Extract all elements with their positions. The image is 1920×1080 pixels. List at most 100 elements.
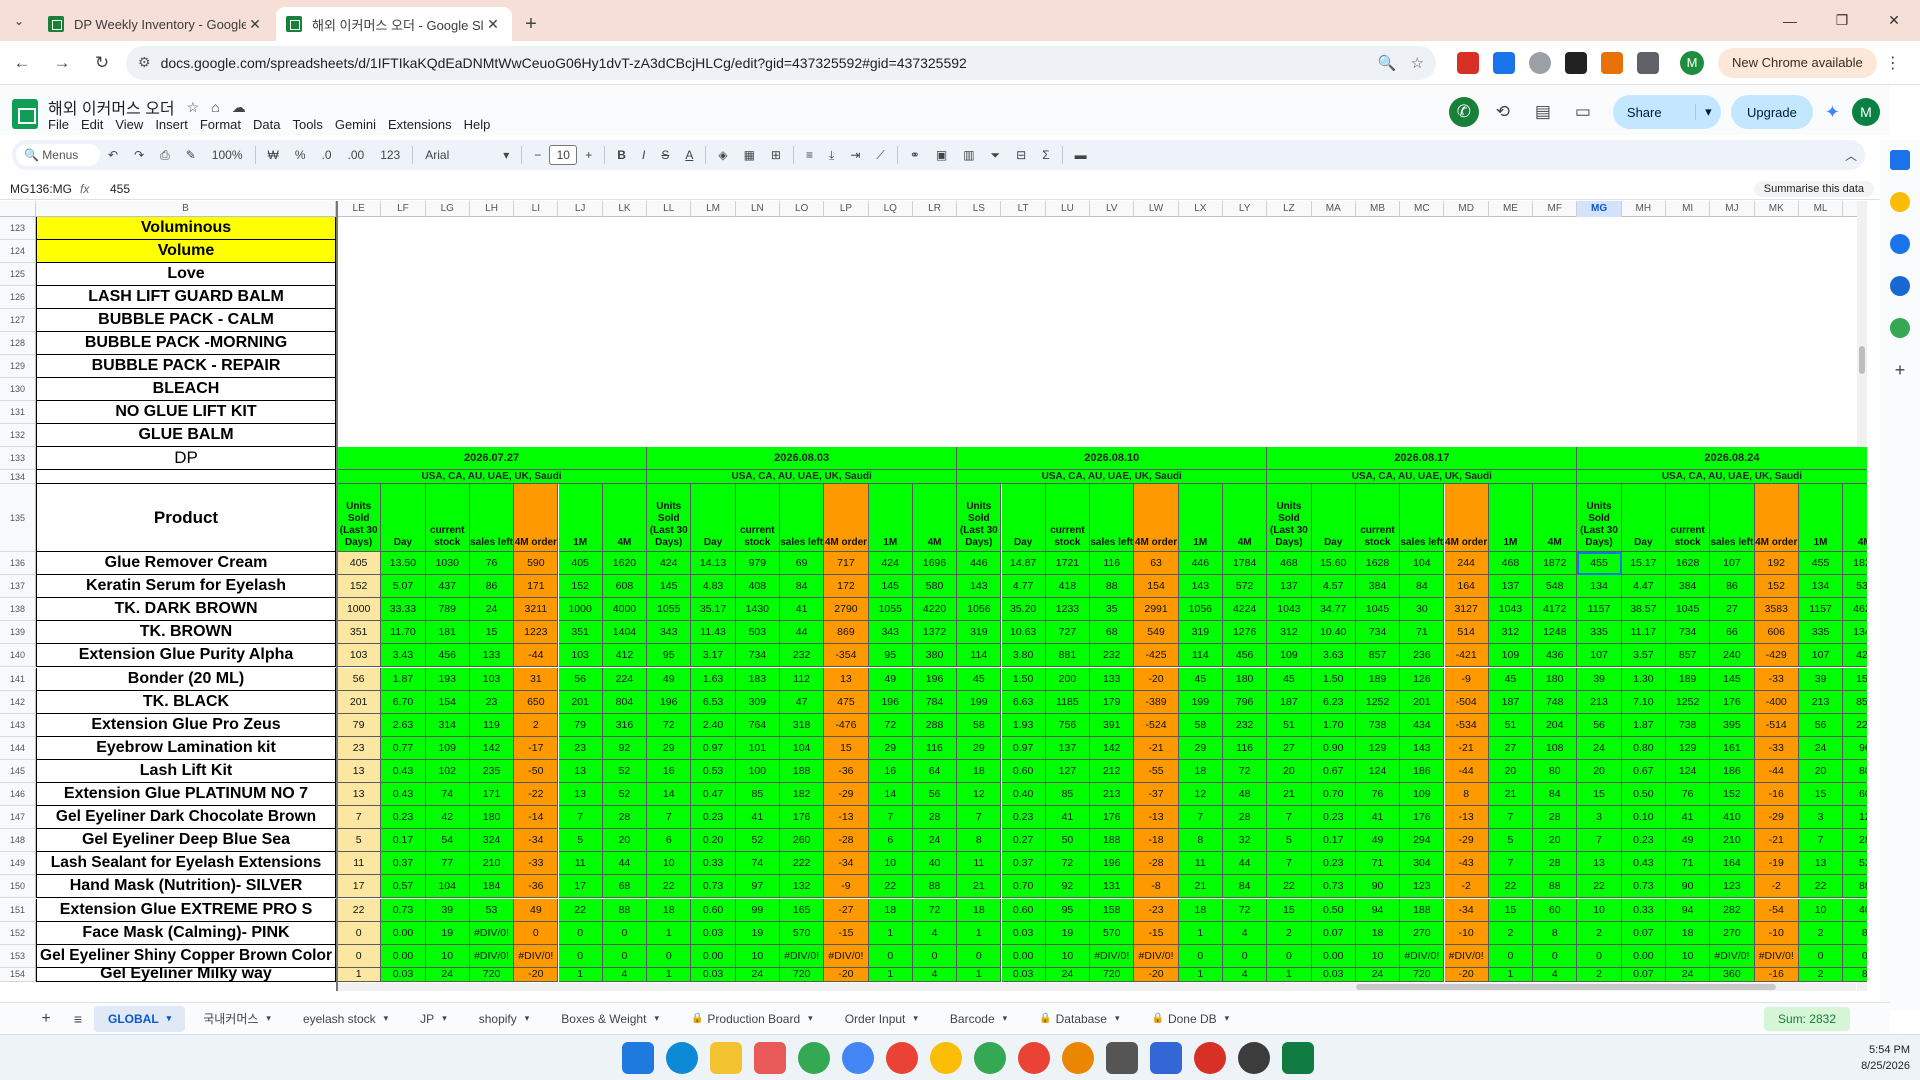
data-cell[interactable]: 17	[337, 875, 382, 899]
data-cell[interactable]: 312	[1267, 621, 1312, 645]
data-cell[interactable]: 0.43	[381, 783, 426, 807]
data-cell[interactable]: 27	[1710, 598, 1755, 622]
data-cell[interactable]: -476	[824, 713, 869, 737]
menu-search[interactable]: 🔍 Menus	[16, 144, 100, 166]
data-cell[interactable]: 727	[1045, 621, 1091, 645]
summarise-data-button[interactable]: Summarise this data	[1753, 180, 1874, 197]
data-cell[interactable]: 99	[735, 898, 780, 922]
star-icon[interactable]: ☆	[187, 99, 200, 116]
data-cell[interactable]: 7	[1267, 852, 1312, 876]
data-cell[interactable]: 84	[1400, 575, 1445, 599]
data-cell[interactable]: 319	[1178, 621, 1223, 645]
data-cell[interactable]: 1372	[912, 621, 958, 645]
column-header[interactable]: MC	[1400, 201, 1445, 217]
data-cell[interactable]: 4	[1223, 921, 1268, 945]
data-cell[interactable]: 20	[1488, 759, 1534, 783]
data-cell[interactable]: 44	[1223, 852, 1268, 876]
extension-icon[interactable]	[1529, 51, 1551, 74]
data-cell[interactable]: 196	[912, 667, 958, 691]
data-cell[interactable]: 19	[1045, 921, 1091, 945]
data-cell[interactable]: 38.57	[1621, 598, 1666, 622]
data-cell[interactable]: 41	[1045, 806, 1091, 830]
data-cell[interactable]: 171	[514, 575, 559, 599]
data-cell[interactable]: 2	[1267, 921, 1312, 945]
data-cell[interactable]: 1.30	[1621, 667, 1666, 691]
data-cell[interactable]: 384	[1666, 575, 1711, 599]
data-cell[interactable]: 47	[780, 690, 825, 714]
data-cell[interactable]: 335	[1798, 621, 1844, 645]
row-header[interactable]: 126	[0, 286, 36, 309]
data-cell[interactable]: 4000	[602, 598, 648, 622]
version-history-icon[interactable]: ⟲	[1487, 96, 1519, 128]
extension-icon[interactable]	[1493, 51, 1515, 74]
data-cell[interactable]: -2	[1754, 875, 1799, 899]
chevron-down-icon[interactable]: ▾	[503, 148, 509, 162]
product-name-cell[interactable]: Glue Remover Cream	[36, 552, 336, 576]
data-cell[interactable]: 5	[1267, 829, 1312, 853]
data-cell[interactable]: 309	[735, 690, 780, 714]
sheet-tab[interactable]: Barcode ▾	[936, 1006, 1021, 1032]
data-cell[interactable]: 96	[1843, 736, 1867, 760]
data-cell[interactable]: 54	[425, 829, 470, 853]
product-label-cell[interactable]: BUBBLE PACK - REPAIR	[36, 355, 336, 378]
row-header[interactable]: 149	[0, 852, 36, 876]
chevron-down-icon[interactable]: ▾	[913, 1013, 918, 1024]
data-cell[interactable]: 312	[1488, 621, 1534, 645]
data-cell[interactable]: 0.07	[1621, 921, 1666, 945]
data-cell[interactable]: 109	[425, 736, 470, 760]
column-header[interactable]: LN	[736, 201, 780, 217]
data-cell[interactable]: 11.43	[691, 621, 736, 645]
data-cell[interactable]: 408	[735, 575, 780, 599]
data-cell[interactable]: 4.83	[691, 575, 736, 599]
data-cell[interactable]: 68	[602, 875, 648, 899]
data-cell[interactable]: 3	[1798, 806, 1844, 830]
data-cell[interactable]: #DIV/0!	[824, 944, 869, 968]
data-cell[interactable]: 24	[1798, 736, 1844, 760]
menu-view[interactable]: View	[115, 117, 143, 132]
data-cell[interactable]: 1045	[1355, 598, 1401, 622]
data-cell[interactable]: 343	[647, 621, 692, 645]
data-cell[interactable]: -425	[1134, 644, 1179, 668]
data-cell[interactable]: 20	[1267, 759, 1312, 783]
data-cell[interactable]: 0	[912, 944, 958, 968]
data-cell[interactable]: 4	[912, 921, 958, 945]
data-cell[interactable]: 1.63	[691, 667, 736, 691]
data-cell[interactable]: 35.17	[691, 598, 736, 622]
data-cell[interactable]: 418	[1045, 575, 1091, 599]
data-cell[interactable]: 1045	[1666, 598, 1711, 622]
data-cell[interactable]: 109	[1400, 783, 1445, 807]
data-cell[interactable]: 1872	[1533, 552, 1578, 576]
data-cell[interactable]: 3.80	[1001, 644, 1046, 668]
meet-video-icon[interactable]: ▭	[1567, 96, 1599, 128]
data-cell[interactable]: #DIV/0!	[1444, 944, 1489, 968]
data-cell[interactable]: 319	[957, 621, 1002, 645]
data-cell[interactable]: 196	[1090, 852, 1135, 876]
column-header[interactable]: LV	[1090, 201, 1135, 217]
data-cell[interactable]: 15	[1267, 898, 1312, 922]
data-cell[interactable]: 34.77	[1311, 598, 1356, 622]
data-cell[interactable]: 720	[780, 967, 825, 982]
data-cell[interactable]: 80	[1843, 759, 1867, 783]
data-cell[interactable]: 570	[1090, 921, 1135, 945]
data-cell[interactable]: 12	[1178, 783, 1223, 807]
data-cell[interactable]: 3127	[1444, 598, 1489, 622]
omnibox[interactable]: ⚙ docs.google.com/spreadsheets/d/1IFTIka…	[126, 45, 1436, 80]
data-cell[interactable]: 2	[1798, 967, 1844, 982]
data-cell[interactable]: 28	[1533, 852, 1578, 876]
data-cell[interactable]: 260	[780, 829, 825, 853]
data-cell[interactable]: 12	[957, 783, 1002, 807]
data-cell[interactable]: 734	[735, 644, 780, 668]
data-cell[interactable]: 8	[1444, 783, 1489, 807]
data-cell[interactable]: 789	[425, 598, 470, 622]
column-header[interactable]: LO	[780, 201, 825, 217]
product-label-cell[interactable]: Love	[36, 263, 336, 286]
data-cell[interactable]: 189	[1355, 667, 1401, 691]
data-cell[interactable]: 28	[912, 806, 958, 830]
product-name-cell[interactable]: Gel Eyeliner Shiny Copper Brown Color	[36, 944, 336, 968]
data-cell[interactable]: 21	[1178, 875, 1223, 899]
data-cell[interactable]: 738	[1666, 713, 1711, 737]
reload-icon[interactable]: ↻	[84, 45, 120, 81]
column-header[interactable]: LQ	[869, 201, 913, 217]
data-cell[interactable]: 857	[1355, 644, 1401, 668]
data-cell[interactable]: 7	[337, 806, 382, 830]
